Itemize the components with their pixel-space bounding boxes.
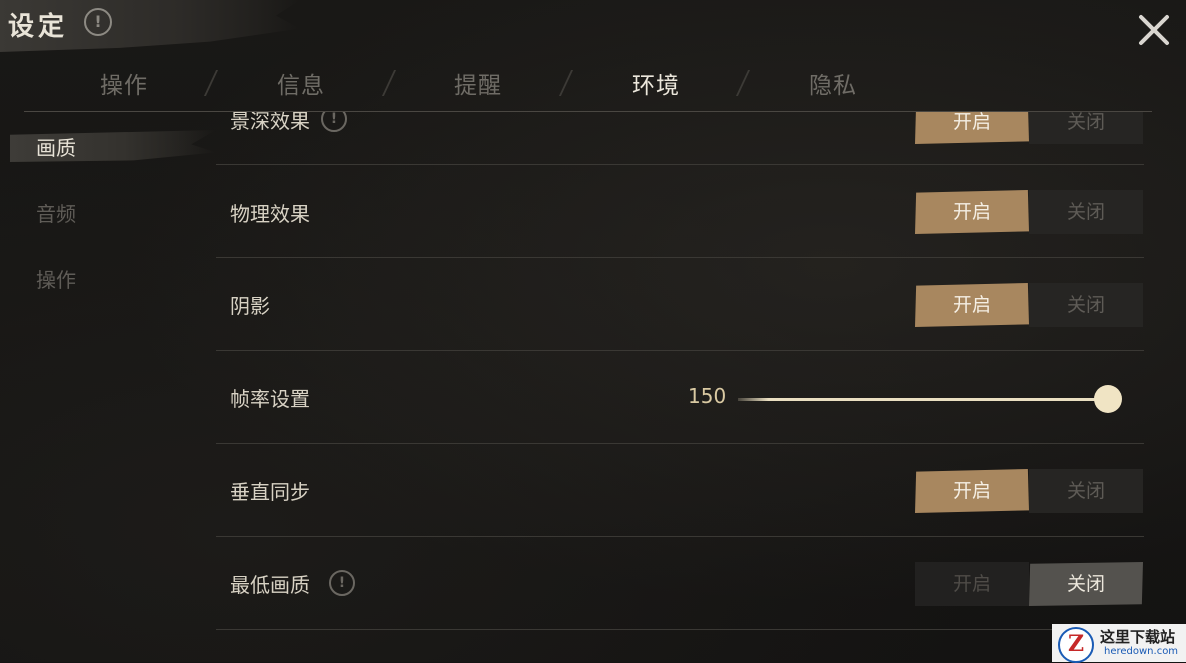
tab-divider (735, 70, 751, 96)
tab-divider (381, 70, 397, 96)
toggle-off-button[interactable]: 关闭 (1029, 283, 1143, 327)
toggle-on-button[interactable]: 开启 (915, 112, 1029, 144)
tab-info[interactable]: 信息 (277, 66, 325, 100)
toggle-on-button[interactable]: 开启 (915, 562, 1029, 606)
close-button[interactable] (1136, 12, 1172, 48)
top-tabs: 操作 信息 提醒 环境 隐私 (0, 60, 1186, 106)
tab-divider (558, 70, 574, 96)
tab-controls[interactable]: 操作 (100, 66, 148, 100)
physics-toggle: 开启 关闭 (915, 190, 1143, 234)
toggle-on-button[interactable]: 开启 (915, 283, 1029, 327)
setting-label: 垂直同步 (230, 480, 310, 504)
toggle-off-button[interactable]: 关闭 (1029, 469, 1143, 513)
depth-of-field-toggle: 开启 关闭 (915, 112, 1143, 144)
setting-row-depth-of-field: 景深效果 ! 开启 关闭 (216, 112, 1144, 165)
toggle-off-button[interactable]: 关闭 (1029, 190, 1143, 234)
setting-row-lowest-quality: 最低画质 ! 开启 关闭 (216, 537, 1144, 630)
frame-rate-value: 150 (688, 384, 727, 408)
info-icon[interactable]: ! (321, 112, 347, 132)
toggle-off-button[interactable]: 关闭 (1029, 112, 1143, 144)
info-icon[interactable]: ! (329, 570, 355, 596)
setting-label: 阴影 (230, 294, 270, 318)
sidebar-item-graphics[interactable]: 画质 (36, 132, 76, 161)
tab-environment[interactable]: 环境 (632, 66, 680, 100)
frame-rate-slider-thumb[interactable] (1094, 385, 1122, 413)
tab-reminders[interactable]: 提醒 (454, 66, 502, 100)
toggle-on-button[interactable]: 开启 (915, 190, 1029, 234)
setting-label: 最低画质 (230, 573, 310, 597)
page-title: 设定 (8, 12, 69, 42)
settings-list[interactable]: 景深效果 ! 开启 关闭 物理效果 开启 关闭 阴影 开启 关闭 帧率设置 15… (216, 112, 1144, 662)
toggle-on-button[interactable]: 开启 (915, 469, 1029, 513)
shadow-toggle: 开启 关闭 (915, 283, 1143, 327)
row-divider (216, 629, 1144, 630)
tab-divider (203, 70, 219, 96)
frame-rate-slider-track[interactable] (738, 398, 1120, 401)
setting-label: 物理效果 (230, 202, 310, 226)
close-icon (1139, 15, 1169, 45)
setting-row-physics: 物理效果 开启 关闭 (216, 165, 1144, 258)
info-icon[interactable]: ! (84, 8, 112, 36)
vsync-toggle: 开启 关闭 (915, 469, 1143, 513)
setting-label: 景深效果 (230, 112, 310, 133)
watermark-logo: Z (1058, 627, 1094, 663)
sidebar-item-controls[interactable]: 操作 (36, 264, 76, 293)
setting-row-vsync: 垂直同步 开启 关闭 (216, 444, 1144, 537)
watermark-name: 这里下载站 (1100, 628, 1176, 646)
watermark: Z 这里下载站 heredown.com (1052, 624, 1186, 663)
watermark-url: heredown.com (1104, 646, 1179, 657)
setting-label: 帧率设置 (230, 387, 310, 411)
lowest-quality-toggle: 开启 关闭 (915, 562, 1143, 606)
sidebar-item-audio[interactable]: 音频 (36, 198, 76, 227)
setting-row-shadow: 阴影 开启 关闭 (216, 258, 1144, 351)
tab-privacy[interactable]: 隐私 (809, 66, 857, 100)
toggle-off-button[interactable]: 关闭 (1029, 562, 1143, 606)
